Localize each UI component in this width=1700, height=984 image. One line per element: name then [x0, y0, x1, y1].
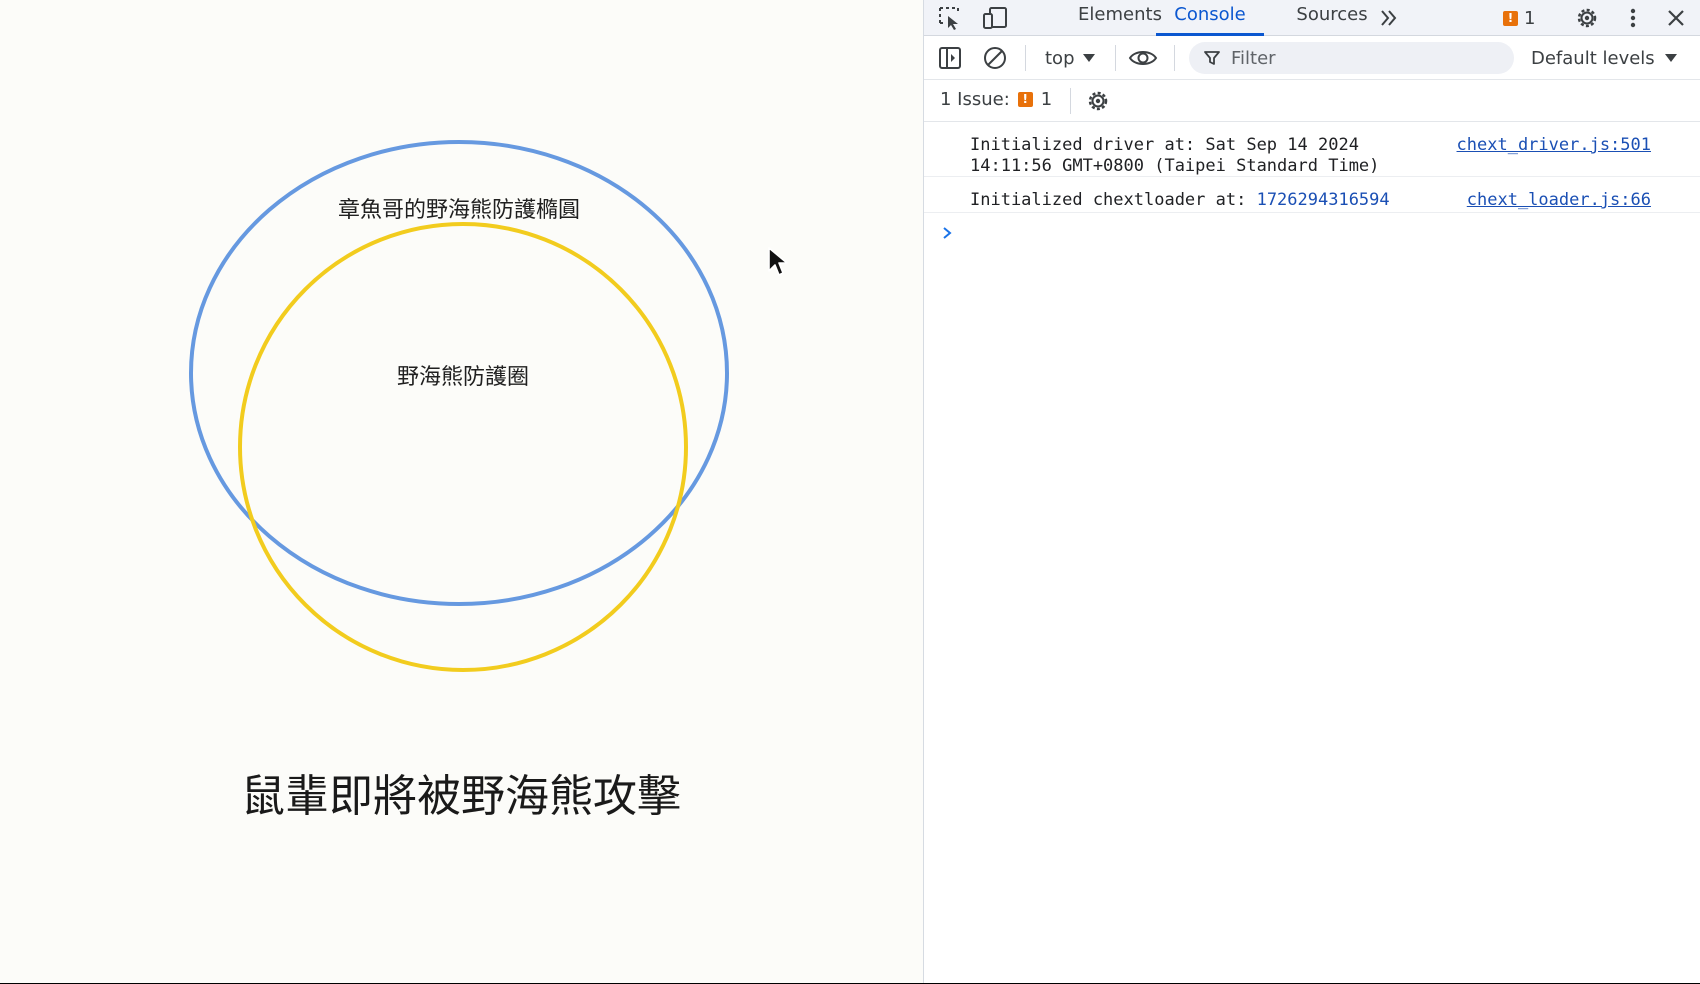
- warning-icon: !: [1503, 10, 1518, 26]
- dropdown-caret-icon: [1664, 54, 1677, 62]
- live-expression-eye-icon[interactable]: [1127, 44, 1159, 72]
- web-page: 章魚哥的野海熊防護橢圓 野海熊防護圈 鼠輩即將被野海熊攻擊: [0, 0, 923, 983]
- warning-icon: !: [1017, 92, 1033, 107]
- toolbar-divider: [1174, 45, 1175, 71]
- toolbar-divider: [1025, 45, 1026, 71]
- message-line: Initialized driver at: Sat Sep 14 2024: [970, 135, 1359, 155]
- settings-gear-icon[interactable]: [1573, 4, 1601, 32]
- issues-count: 1: [1524, 7, 1536, 29]
- issues-counter-button[interactable]: ! 1: [1503, 6, 1535, 30]
- circle-label: 野海熊防護圈: [396, 365, 530, 390]
- message-number: 1726294316594: [1256, 190, 1390, 210]
- console-prompt-chevron-icon[interactable]: [940, 225, 954, 244]
- toolbar-divider: [1115, 45, 1116, 71]
- console-message: Initialized chextloader at: 172629431659…: [924, 177, 1700, 213]
- device-toolbar-icon[interactable]: [981, 4, 1009, 32]
- source-link[interactable]: chext_loader.js:66: [1467, 189, 1651, 211]
- filter-input[interactable]: [1231, 47, 1491, 69]
- kebab-menu-icon[interactable]: [1619, 4, 1647, 32]
- issues-link[interactable]: 1 Issue: ! 1: [940, 89, 1052, 110]
- devtools-panel: Elements Console Sources ! 1 top Filter …: [923, 0, 1700, 983]
- context-selector[interactable]: top: [1045, 44, 1095, 72]
- issues-bar: 1 Issue: ! 1: [924, 80, 1700, 122]
- message-line: 14:11:56 GMT+0800 (Taipei Standard Time): [970, 156, 1380, 176]
- console-toolbar: top Default levels: [924, 36, 1700, 80]
- issues-label: 1 Issue:: [940, 89, 1010, 110]
- filter-funnel-icon: [1204, 51, 1220, 65]
- inspect-element-icon[interactable]: [936, 4, 964, 32]
- show-sidebar-icon[interactable]: [936, 44, 964, 72]
- tab-console[interactable]: Console: [1156, 0, 1264, 36]
- app-window: 章魚哥的野海熊防護橢圓 野海熊防護圈 鼠輩即將被野海熊攻擊 Elements C…: [0, 0, 1700, 984]
- console-settings-gear-icon[interactable]: [1084, 87, 1112, 115]
- page-canvas: [189, 140, 729, 672]
- context-value: top: [1045, 47, 1075, 69]
- issues-bar-count: 1: [1040, 89, 1053, 110]
- source-link[interactable]: chext_driver.js:501: [1457, 134, 1651, 156]
- more-tabs-chevron-icon[interactable]: [1375, 4, 1403, 32]
- message-prefix: Initialized chextloader at:: [970, 190, 1257, 210]
- console-message: Initialized driver at: Sat Sep 14 2024 1…: [924, 122, 1700, 177]
- clear-console-icon[interactable]: [981, 44, 1009, 72]
- devtools-tab-bar: Elements Console Sources ! 1: [924, 0, 1700, 36]
- mouse-cursor-icon: [768, 247, 788, 276]
- tab-sources[interactable]: Sources: [1274, 0, 1390, 36]
- close-icon[interactable]: [1662, 4, 1690, 32]
- ellipse-label: 章魚哥的野海熊防護橢圓: [337, 198, 581, 223]
- message-line: Initialized chextloader at: 172629431659…: [970, 189, 1390, 211]
- log-levels-dropdown[interactable]: Default levels: [1531, 44, 1677, 72]
- dropdown-caret-icon: [1082, 54, 1095, 62]
- console-output: Initialized driver at: Sat Sep 14 2024 1…: [924, 122, 1700, 983]
- page-heading: 鼠輩即將被野海熊攻擊: [241, 771, 681, 822]
- log-levels-value: Default levels: [1531, 47, 1655, 69]
- filter-box[interactable]: [1189, 42, 1514, 74]
- toolbar-divider: [1070, 88, 1071, 114]
